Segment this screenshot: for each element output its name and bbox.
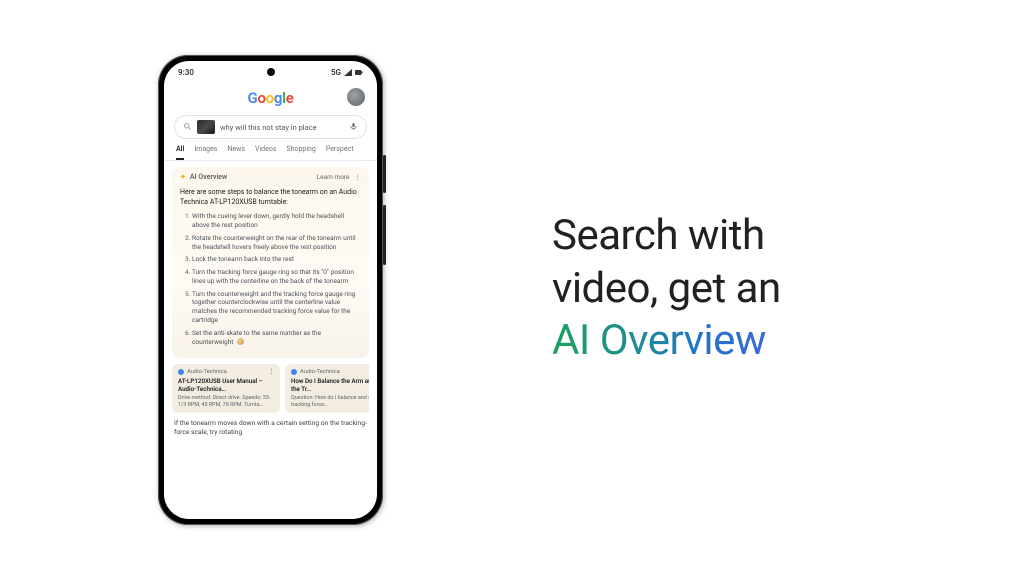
tab-perspectives[interactable]: Perspect [326,145,354,160]
source-card[interactable]: Audio-Technica ⋮ AT-LP120XUSB User Manua… [172,364,280,413]
tab-images[interactable]: Images [194,145,217,160]
tab-all[interactable]: All [176,145,184,160]
status-time: 9:30 [178,68,194,77]
battery-icon [355,69,363,76]
source-name: Audio-Technica [300,369,340,375]
google-logo[interactable]: Google [248,89,294,107]
phone-screen: 9:30 5G Google why will [164,61,377,519]
marketing-tagline: Search with video, get an AI Overview [552,210,932,368]
tab-news[interactable]: News [227,145,245,160]
card-overflow-icon[interactable]: ⋮ [268,369,274,375]
favicon-icon [178,369,184,375]
source-cards-row[interactable]: Audio-Technica ⋮ AT-LP120XUSB User Manua… [172,364,369,413]
ai-overview-label: AI Overview [190,173,227,182]
account-avatar[interactable] [347,88,365,106]
tagline-line1: Search with [552,211,765,260]
ai-intro-text: Here are some steps to balance the tonea… [180,188,361,207]
search-query-text: why will this not stay in place [220,123,344,132]
favicon-icon [291,369,297,375]
ai-step: With the cueing lever down, gently hold … [192,212,361,230]
card-desc: Drive method: Direct drive. Speeds: 33-1… [178,395,274,408]
phone-volume-button [383,205,386,265]
emoji-icon [237,338,244,345]
card-desc: Question: How do I balance and set the t… [291,395,369,408]
tab-shopping[interactable]: Shopping [286,145,315,160]
learn-more-link[interactable]: Learn more [317,173,350,182]
video-thumbnail[interactable] [197,120,215,134]
tab-videos[interactable]: Videos [255,145,276,160]
results-content[interactable]: ✦ AI Overview Learn more ⋮ Here are some… [164,161,377,519]
search-bar[interactable]: why will this not stay in place [174,115,367,139]
google-header: Google [164,83,377,111]
ai-overview-box: ✦ AI Overview Learn more ⋮ Here are some… [172,167,369,358]
source-name: Audio-Technica [187,369,227,375]
ai-step: Rotate the counterweight on the rear of … [192,234,361,252]
front-camera-notch [267,68,275,76]
card-title: AT-LP120XUSB User Manual – Audio-Technic… [178,378,274,393]
ai-step: Lock the tonearm back into the rest [192,255,361,264]
status-network: 5G [331,68,341,77]
ai-step: Set the anti-skate to the same number as… [192,329,361,347]
ai-overflow-icon[interactable]: ⋮ [355,173,362,182]
phone-power-button [383,155,386,193]
tagline-line3: AI Overview [552,316,766,365]
search-icon [183,122,192,133]
phone-frame: 9:30 5G Google why will [158,55,383,525]
ai-steps-list: With the cueing lever down, gently hold … [180,212,361,346]
card-title: How Do I Balance the Arm and Set the Tr… [291,378,369,393]
sparkle-icon: ✦ [180,173,186,182]
ai-step: Turn the counterweight and the tracking … [192,290,361,325]
source-card[interactable]: Audio-Technica How Do I Balance the Arm … [285,364,369,413]
tagline-line2: video, get an [552,264,781,313]
ai-step: Turn the tracking force gauge ring so th… [192,268,361,286]
signal-icon [344,69,352,76]
mic-icon[interactable] [349,122,358,133]
followup-text: If the tonearm moves down with a certain… [174,419,367,436]
search-tabs: All Images News Videos Shopping Perspect [164,145,377,161]
